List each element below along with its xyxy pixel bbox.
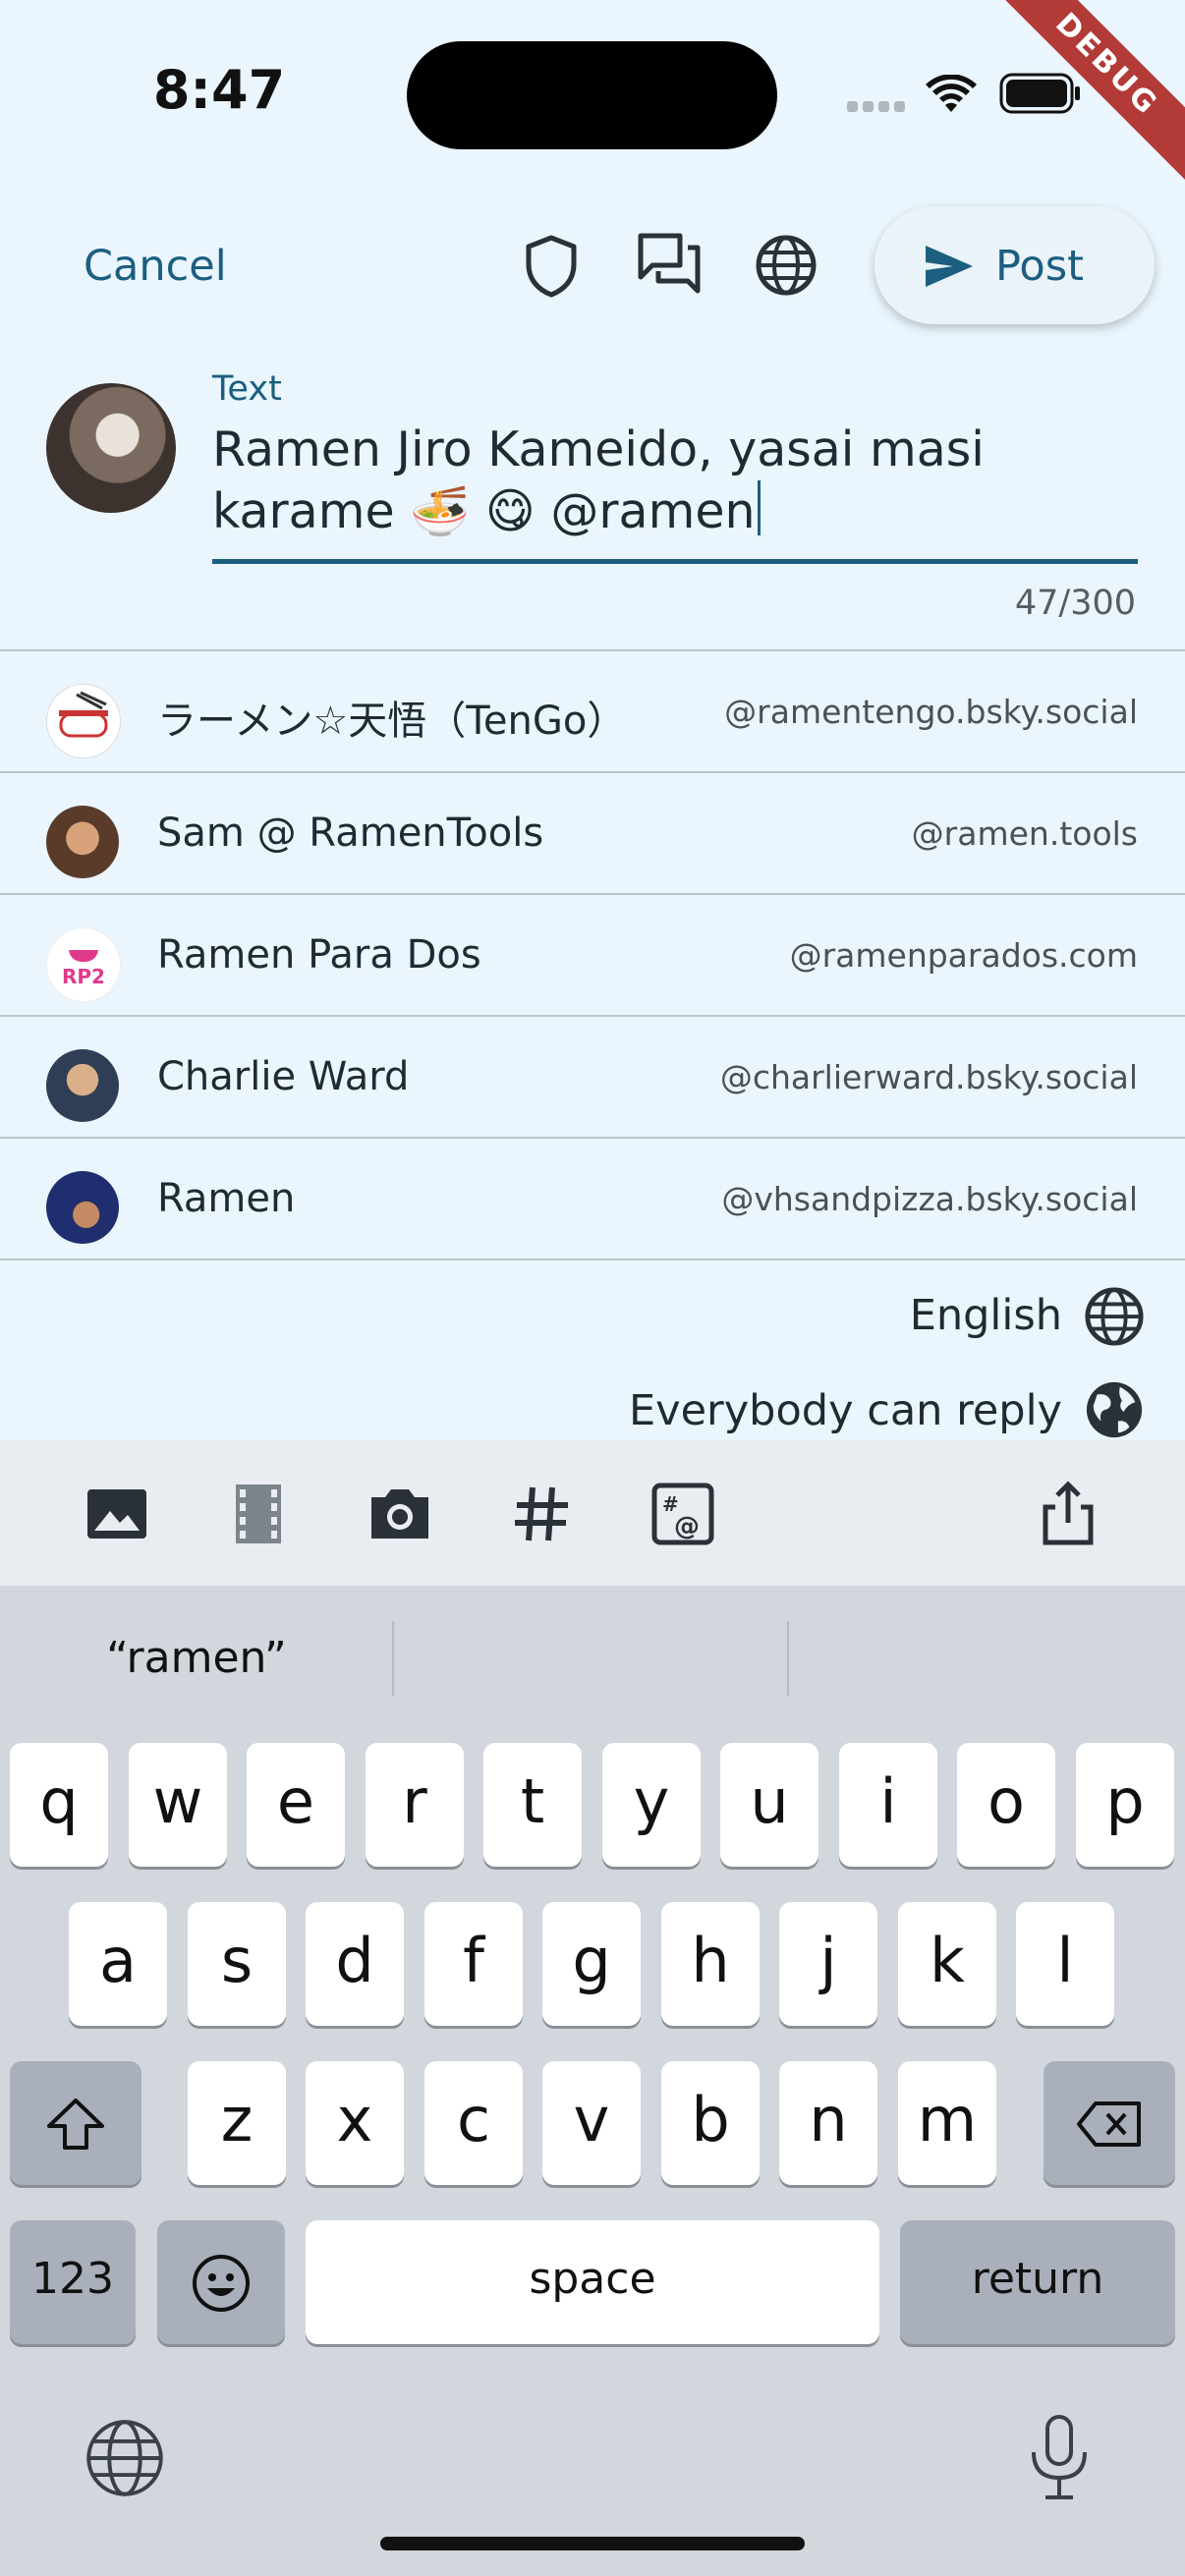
dynamic-island bbox=[407, 41, 777, 149]
mention-handle: @vhsandpizza.bsky.social bbox=[721, 1180, 1138, 1218]
post-text-line-1: Ramen Jiro Kameido, yasai masi bbox=[212, 421, 985, 477]
mention-name: ラーメン☆天悟（TenGo） bbox=[157, 699, 627, 744]
hashtag-icon[interactable] bbox=[507, 1480, 576, 1548]
image-icon[interactable] bbox=[83, 1480, 151, 1548]
svg-text:@: @ bbox=[674, 1512, 700, 1541]
key-t[interactable]: t bbox=[483, 1743, 582, 1867]
tag-mention-icon[interactable]: # @ bbox=[649, 1480, 717, 1548]
text-field-underline bbox=[212, 559, 1138, 564]
return-key[interactable]: return bbox=[900, 2220, 1175, 2344]
key-j[interactable]: j bbox=[779, 1902, 877, 2026]
mention-handle: @charlierward.bsky.social bbox=[719, 1058, 1138, 1096]
key-v[interactable]: v bbox=[542, 2061, 641, 2185]
keyboard-globe-icon[interactable] bbox=[84, 2417, 166, 2499]
post-text-input[interactable]: Ramen Jiro Kameido, yasai masi karame 🍜 … bbox=[212, 419, 1146, 542]
status-time: 8:47 bbox=[152, 59, 286, 121]
globe-icon[interactable] bbox=[755, 234, 818, 297]
mention-suggestion[interactable]: Ramen @vhsandpizza.bsky.social bbox=[0, 1137, 1185, 1260]
cellular-signal-icon bbox=[847, 101, 905, 112]
mention-suggestion-list: ラーメン☆天悟（TenGo） @ramentengo.bsky.social S… bbox=[0, 649, 1185, 1260]
character-counter: 47/300 bbox=[1014, 584, 1136, 623]
key-x[interactable]: x bbox=[306, 2061, 404, 2185]
post-button-label: Post bbox=[995, 242, 1084, 291]
key-y[interactable]: y bbox=[602, 1743, 701, 1867]
space-key[interactable]: space bbox=[306, 2220, 879, 2344]
mention-name: Charlie Ward bbox=[157, 1054, 410, 1099]
composer-toolbar: # @ bbox=[0, 1440, 1185, 1586]
system-keyboard: “ramen” q w e r t y u i o p a s d f g h … bbox=[0, 1586, 1185, 2576]
key-n[interactable]: n bbox=[779, 2061, 877, 2185]
wifi-icon bbox=[926, 75, 977, 112]
chat-bubbles-icon[interactable] bbox=[637, 232, 702, 297]
language-globe-icon[interactable] bbox=[1084, 1286, 1145, 1347]
key-g[interactable]: g bbox=[542, 1902, 641, 2026]
key-f[interactable]: f bbox=[424, 1902, 523, 2026]
key-k[interactable]: k bbox=[898, 1902, 996, 2026]
mention-name: Ramen bbox=[157, 1176, 296, 1221]
key-p[interactable]: p bbox=[1076, 1743, 1174, 1867]
key-r[interactable]: r bbox=[366, 1743, 464, 1867]
key-a[interactable]: a bbox=[69, 1902, 167, 2026]
mention-suggestion[interactable]: ラーメン☆天悟（TenGo） @ramentengo.bsky.social bbox=[0, 649, 1185, 771]
mention-handle: @ramentengo.bsky.social bbox=[724, 693, 1138, 731]
key-m[interactable]: m bbox=[898, 2061, 996, 2185]
suggestion-divider bbox=[392, 1621, 394, 1696]
mention-avatar: RP2 bbox=[46, 927, 121, 1002]
key-u[interactable]: u bbox=[720, 1743, 818, 1867]
key-b[interactable]: b bbox=[661, 2061, 760, 2185]
mention-avatar bbox=[46, 806, 119, 878]
key-s[interactable]: s bbox=[188, 1902, 286, 2026]
mention-avatar bbox=[46, 1171, 119, 1244]
key-o[interactable]: o bbox=[957, 1743, 1055, 1867]
mention-name: Ramen Para Dos bbox=[157, 932, 481, 978]
mention-avatar bbox=[46, 1049, 119, 1122]
text-caret bbox=[757, 480, 761, 535]
key-q[interactable]: q bbox=[10, 1743, 108, 1867]
public-earth-icon[interactable] bbox=[1084, 1379, 1145, 1440]
video-icon[interactable] bbox=[224, 1480, 293, 1548]
cancel-button[interactable]: Cancel bbox=[84, 242, 227, 291]
text-field-label: Text bbox=[212, 369, 282, 409]
backspace-icon bbox=[1077, 2100, 1141, 2147]
key-e[interactable]: e bbox=[247, 1743, 345, 1867]
language-selector[interactable]: English bbox=[910, 1291, 1062, 1340]
send-icon bbox=[926, 246, 973, 287]
key-w[interactable]: w bbox=[129, 1743, 227, 1867]
mention-name: Sam @ RamenTools bbox=[157, 811, 544, 856]
emoji-icon bbox=[193, 2254, 250, 2312]
key-l[interactable]: l bbox=[1016, 1902, 1114, 2026]
shift-key[interactable] bbox=[10, 2061, 141, 2185]
suggestion-divider bbox=[787, 1621, 789, 1696]
mention-suggestion[interactable]: Charlie Ward @charlierward.bsky.social bbox=[0, 1015, 1185, 1137]
key-h[interactable]: h bbox=[661, 1902, 760, 2026]
rp2-logo-text: RP2 bbox=[62, 965, 105, 988]
mention-suggestion[interactable]: RP2 Ramen Para Dos @ramenparados.com bbox=[0, 893, 1185, 1015]
shield-icon[interactable] bbox=[523, 234, 580, 299]
user-avatar bbox=[46, 383, 176, 513]
mention-suggestion[interactable]: Sam @ RamenTools @ramen.tools bbox=[0, 771, 1185, 893]
key-d[interactable]: d bbox=[306, 1902, 404, 2026]
share-icon[interactable] bbox=[1034, 1480, 1102, 1548]
camera-icon[interactable] bbox=[366, 1480, 434, 1548]
mention-handle: @ramen.tools bbox=[911, 814, 1138, 853]
key-i[interactable]: i bbox=[839, 1743, 937, 1867]
home-indicator[interactable] bbox=[380, 2537, 805, 2550]
post-text-line-2: karame 🍜 😋 @ramen bbox=[212, 483, 756, 539]
mention-avatar bbox=[46, 684, 121, 758]
key-c[interactable]: c bbox=[424, 2061, 523, 2185]
reply-setting[interactable]: Everybody can reply bbox=[629, 1386, 1062, 1435]
delete-key[interactable] bbox=[1044, 2061, 1175, 2185]
shift-arrow-icon bbox=[47, 2098, 104, 2150]
microphone-icon[interactable] bbox=[1024, 2413, 1095, 2503]
key-z[interactable]: z bbox=[188, 2061, 286, 2185]
emoji-key[interactable] bbox=[157, 2220, 285, 2344]
mention-handle: @ramenparados.com bbox=[789, 936, 1138, 975]
keyboard-suggestion[interactable]: “ramen” bbox=[0, 1633, 393, 1683]
numbers-key[interactable]: 123 bbox=[10, 2220, 136, 2344]
battery-icon bbox=[999, 73, 1080, 114]
